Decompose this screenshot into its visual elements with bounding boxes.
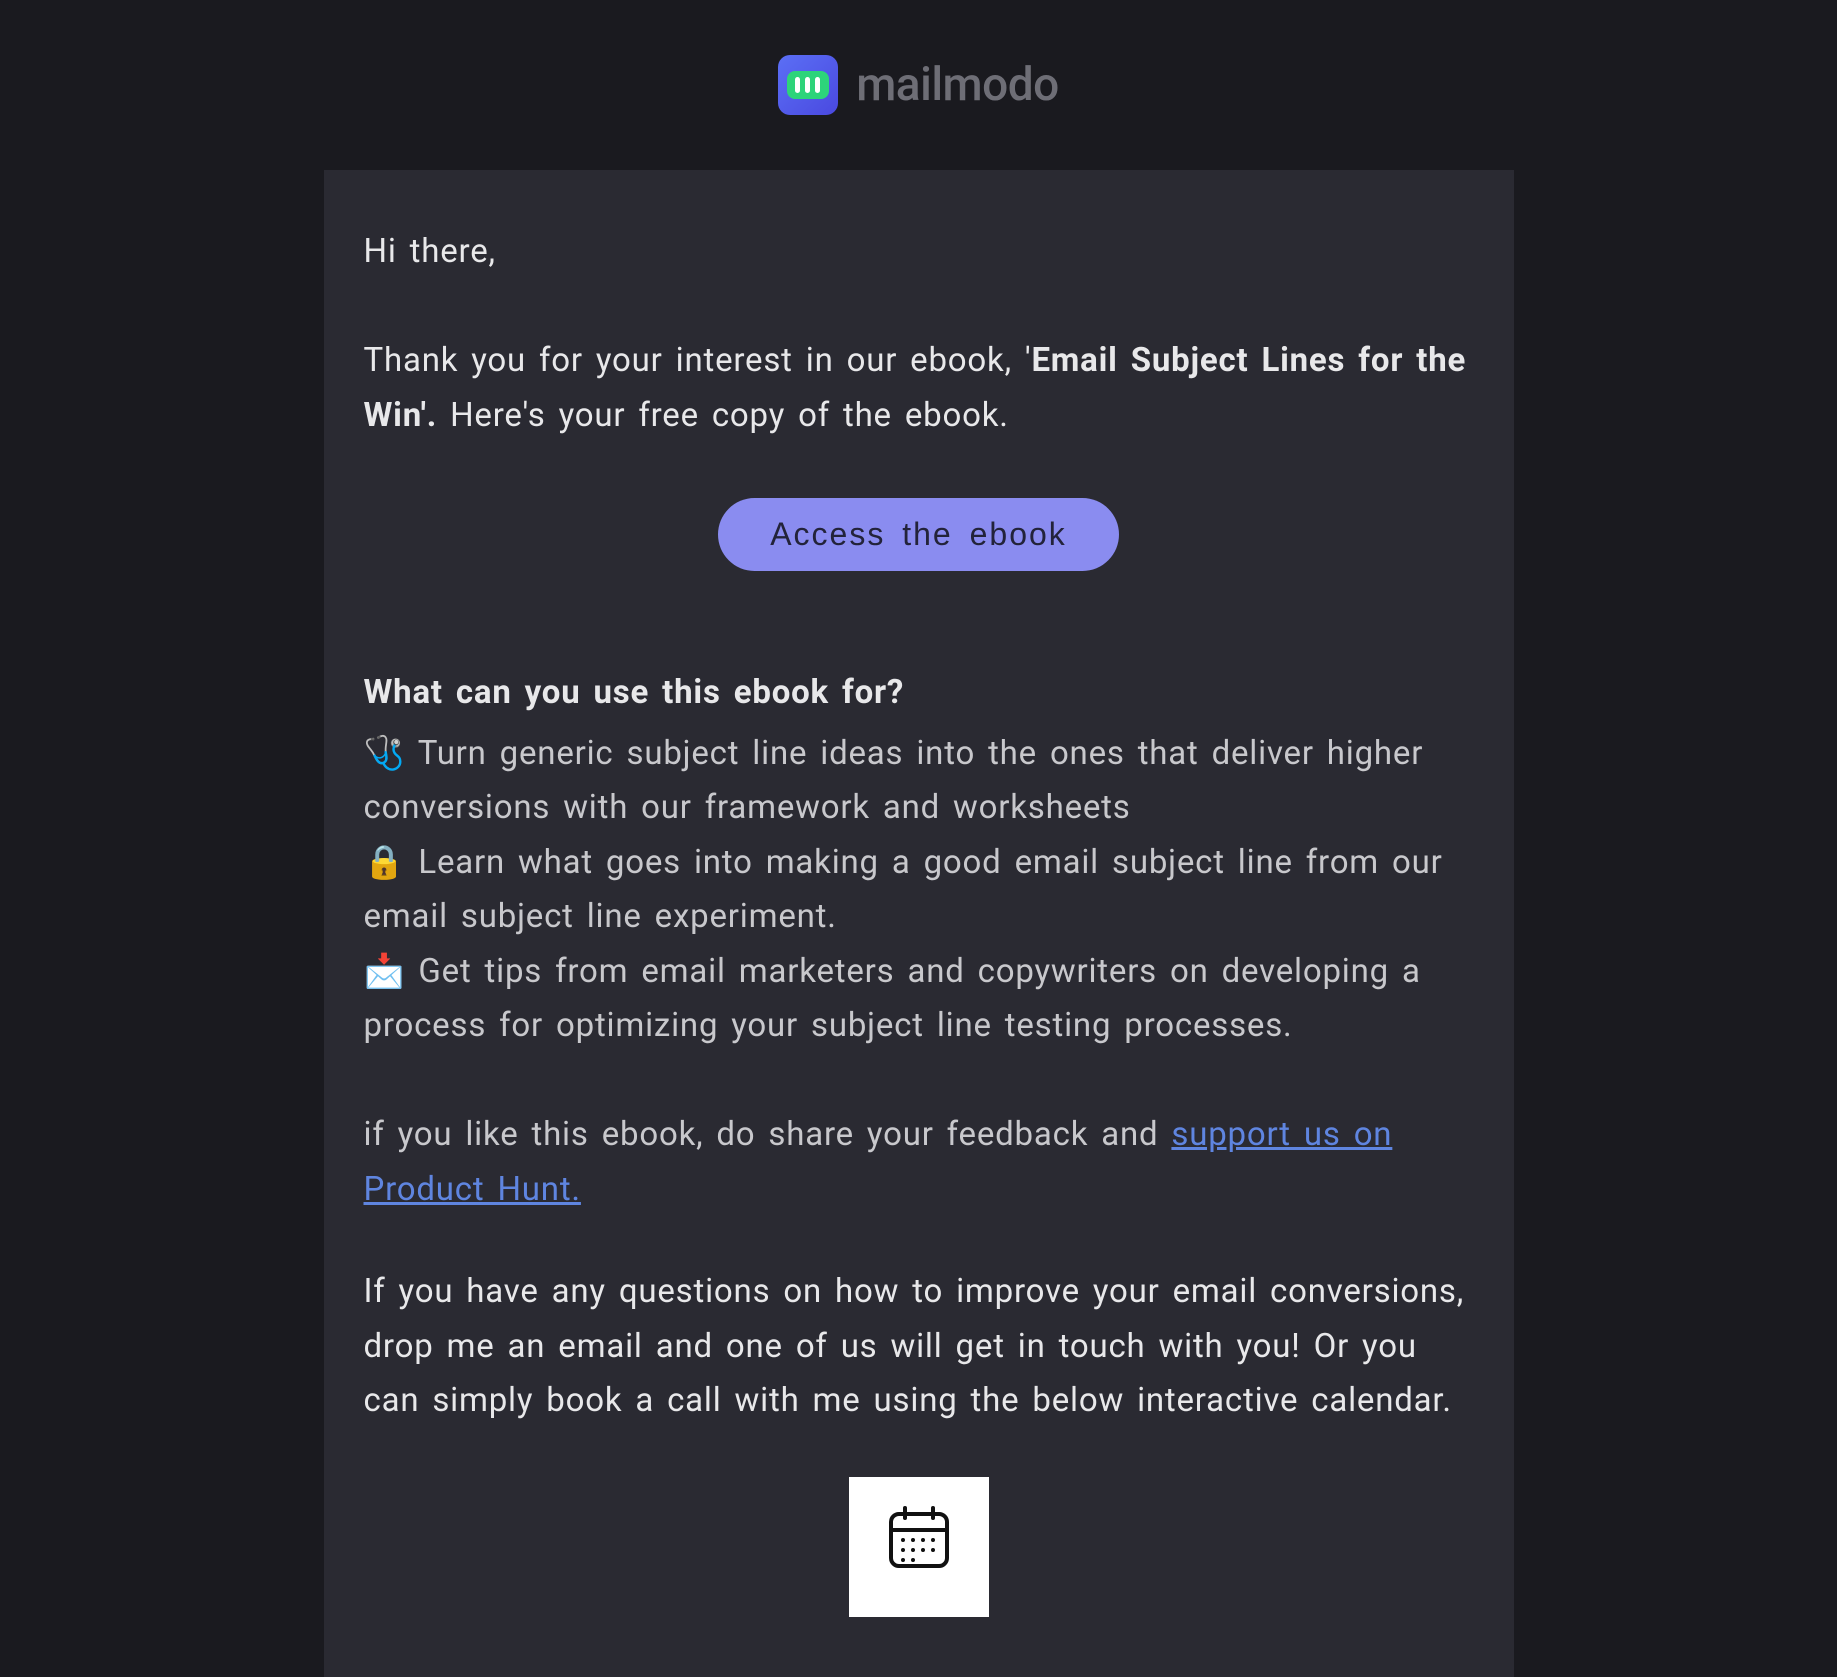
closing-paragraph: If you have any questions on how to impr… bbox=[364, 1265, 1474, 1428]
email-body-panel: Hi there, Thank you for your interest in… bbox=[324, 170, 1514, 1677]
access-ebook-button[interactable]: Access the ebook bbox=[718, 498, 1119, 571]
section-title: What can you use this ebook for? bbox=[364, 666, 1474, 720]
intro-prefix: Thank you for your interest in our ebook… bbox=[364, 341, 1032, 380]
calendar-icon bbox=[883, 1502, 955, 1591]
bullet-2: 🔒 Learn what goes into making a good ema… bbox=[364, 836, 1474, 945]
brand-logo: mailmodo bbox=[778, 55, 1059, 115]
greeting-text: Hi there, bbox=[364, 225, 1474, 279]
brand-logo-mark-icon bbox=[778, 55, 838, 115]
feedback-prefix: if you like this ebook, do share your fe… bbox=[364, 1115, 1172, 1154]
interactive-calendar-widget[interactable] bbox=[849, 1477, 989, 1617]
calendar-row bbox=[364, 1477, 1474, 1617]
brand-name: mailmodo bbox=[856, 58, 1059, 112]
bullet-1: 🩺 Turn generic subject line ideas into t… bbox=[364, 727, 1474, 836]
email-viewport: mailmodo Hi there, Thank you for your in… bbox=[0, 0, 1837, 1677]
brand-header: mailmodo bbox=[30, 10, 1807, 170]
intro-suffix: Here's your free copy of the ebook. bbox=[437, 396, 1009, 435]
intro-paragraph: Thank you for your interest in our ebook… bbox=[364, 334, 1474, 443]
bullet-3: 📩 Get tips from email marketers and copy… bbox=[364, 945, 1474, 1054]
feedback-paragraph: if you like this ebook, do share your fe… bbox=[364, 1108, 1474, 1217]
cta-row: Access the ebook bbox=[364, 498, 1474, 571]
